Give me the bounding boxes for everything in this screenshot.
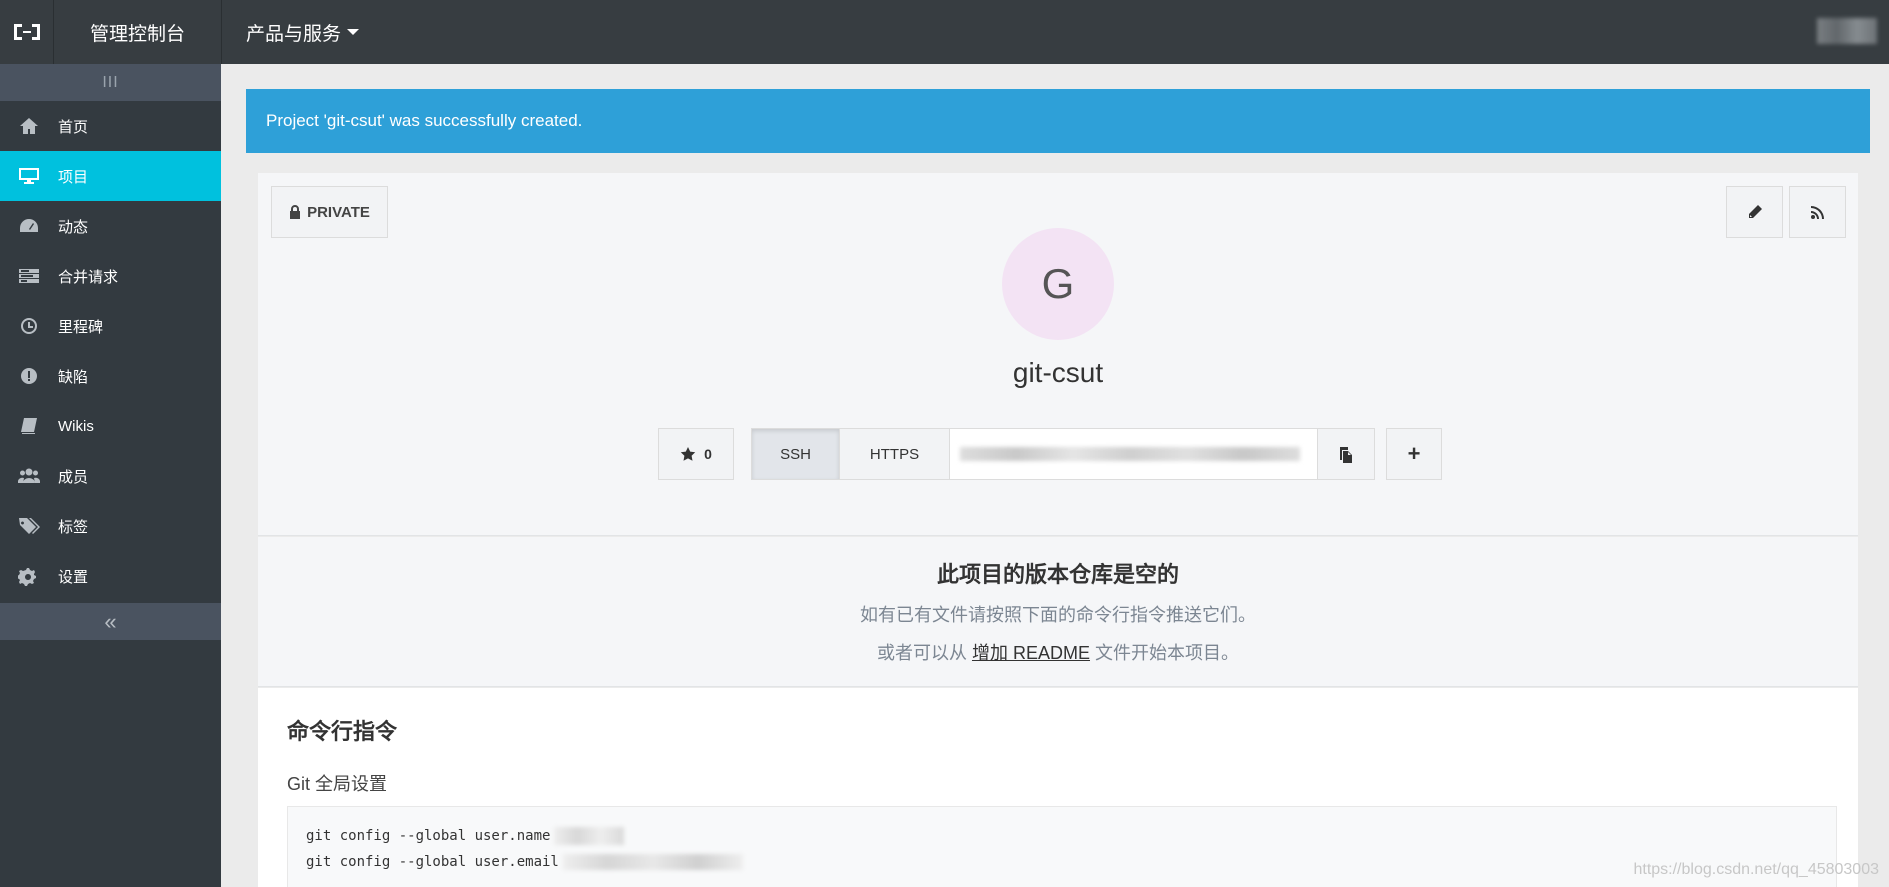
top-navbar: 管理控制台 产品与服务 (0, 0, 1889, 64)
products-label: 产品与服务 (246, 23, 342, 45)
sidebar-item-label: 动态 (58, 218, 89, 236)
sidebar-item-home[interactable]: 首页 (0, 101, 221, 151)
empty-repo-readme-hint: 或者可以从 增加 README 文件开始本项目。 (258, 639, 1858, 665)
code-text: git config --global user.name (306, 828, 551, 844)
console-title[interactable]: 管理控制台 (54, 0, 222, 64)
project-header-panel: PRIVATE G git-csut 0 SSH HTTPS + (258, 173, 1858, 536)
empty-repo-hint: 如有已有文件请按照下面的命令行指令推送它们。 (860, 605, 1256, 625)
alert-message: Project 'git-csut' was successfully crea… (266, 111, 583, 130)
sidebar-item-issues[interactable]: 缺陷 (0, 351, 221, 401)
gears-icon (0, 566, 58, 586)
readme-hint-prefix: 或者可以从 (876, 643, 967, 663)
sidebar-item-activity[interactable]: 动态 (0, 201, 221, 251)
sidebar: III 首页 项目 动态 合并请求 里程碑 缺陷 Wikis 成员 标签 设置 … (0, 64, 221, 887)
edit-project-button[interactable] (1726, 186, 1783, 238)
redacted-email (562, 854, 743, 870)
dashboard-icon (0, 216, 58, 236)
success-alert: Project 'git-csut' was successfully crea… (246, 89, 1870, 153)
logo-icon (13, 24, 40, 40)
code-block: git config --global user.name git config… (287, 806, 1837, 887)
clone-url-redacted (960, 447, 1300, 461)
sidebar-item-merge-requests[interactable]: 合并请求 (0, 251, 221, 301)
sidebar-item-label: 缺陷 (58, 368, 89, 386)
readme-hint-suffix: 文件开始本项目。 (1095, 643, 1240, 663)
sidebar-item-label: 合并请求 (58, 268, 119, 286)
users-icon (0, 466, 58, 486)
sidebar-item-label: Wikis (58, 417, 94, 435)
sidebar-item-label: 项目 (58, 168, 89, 186)
empty-repo-section: 此项目的版本仓库是空的 如有已有文件请按照下面的命令行指令推送它们。 或者可以从… (258, 537, 1858, 687)
sidebar-item-projects[interactable]: 项目 (0, 151, 221, 201)
command-line-section: 命令行指令 Git 全局设置 git config --global user.… (258, 688, 1858, 887)
rss-icon (1810, 206, 1824, 219)
code-text: git config --global user.email (306, 854, 559, 870)
star-icon (680, 447, 696, 461)
clock-icon (0, 316, 58, 336)
user-account-avatar[interactable] (1817, 18, 1877, 44)
project-title: git-csut (1012, 357, 1104, 388)
empty-repo-title: 此项目的版本仓库是空的 (936, 562, 1179, 587)
redacted-username (554, 827, 625, 845)
aliyun-logo[interactable] (0, 0, 54, 64)
monitor-icon (0, 166, 58, 186)
clone-url-group: SSH HTTPS (751, 428, 1375, 480)
tags-icon (0, 516, 58, 536)
sidebar-item-wikis[interactable]: Wikis (0, 401, 221, 451)
sidebar-item-label: 首页 (58, 118, 89, 136)
sidebar-item-tags[interactable]: 标签 (0, 501, 221, 551)
code-line: git config --global user.email (306, 849, 1818, 875)
project-avatar: G (1002, 228, 1114, 340)
star-count: 0 (704, 446, 712, 462)
sidebar-toggle[interactable]: III (0, 64, 221, 101)
sidebar-item-label: 设置 (58, 568, 89, 586)
watermark: https://blog.csdn.net/qq_45803003 (1633, 861, 1879, 878)
sidebar-item-members[interactable]: 成员 (0, 451, 221, 501)
add-readme-link[interactable]: 增加 README (972, 643, 1090, 663)
exclamation-icon (0, 366, 58, 386)
ssh-toggle-button[interactable]: SSH (751, 428, 840, 480)
visibility-label: PRIVATE (307, 203, 370, 221)
tasks-icon (0, 266, 58, 286)
visibility-badge[interactable]: PRIVATE (271, 186, 388, 238)
git-global-setup-heading: Git 全局设置 (287, 774, 388, 794)
sidebar-item-label: 成员 (58, 468, 89, 486)
sidebar-item-label: 标签 (58, 518, 89, 536)
sidebar-item-settings[interactable]: 设置 (0, 551, 221, 601)
caret-down-icon (347, 29, 360, 35)
products-menu[interactable]: 产品与服务 (246, 19, 360, 46)
sidebar-collapse-button[interactable]: « (0, 603, 221, 640)
https-toggle-button[interactable]: HTTPS (840, 428, 950, 480)
pencil-icon (1748, 205, 1762, 218)
home-icon (0, 116, 58, 136)
command-line-title: 命令行指令 (287, 719, 398, 744)
copy-url-button[interactable] (1318, 428, 1375, 480)
code-line: git config --global user.name (306, 823, 1818, 849)
sidebar-item-milestones[interactable]: 里程碑 (0, 301, 221, 351)
star-button[interactable]: 0 (658, 428, 734, 480)
new-file-button[interactable]: + (1386, 428, 1442, 480)
rss-feed-button[interactable] (1789, 186, 1846, 238)
clone-url-input[interactable] (950, 428, 1318, 480)
book-icon (0, 416, 58, 436)
clipboard-icon (1340, 447, 1352, 463)
sidebar-item-label: 里程碑 (58, 318, 104, 336)
lock-icon (290, 205, 301, 219)
